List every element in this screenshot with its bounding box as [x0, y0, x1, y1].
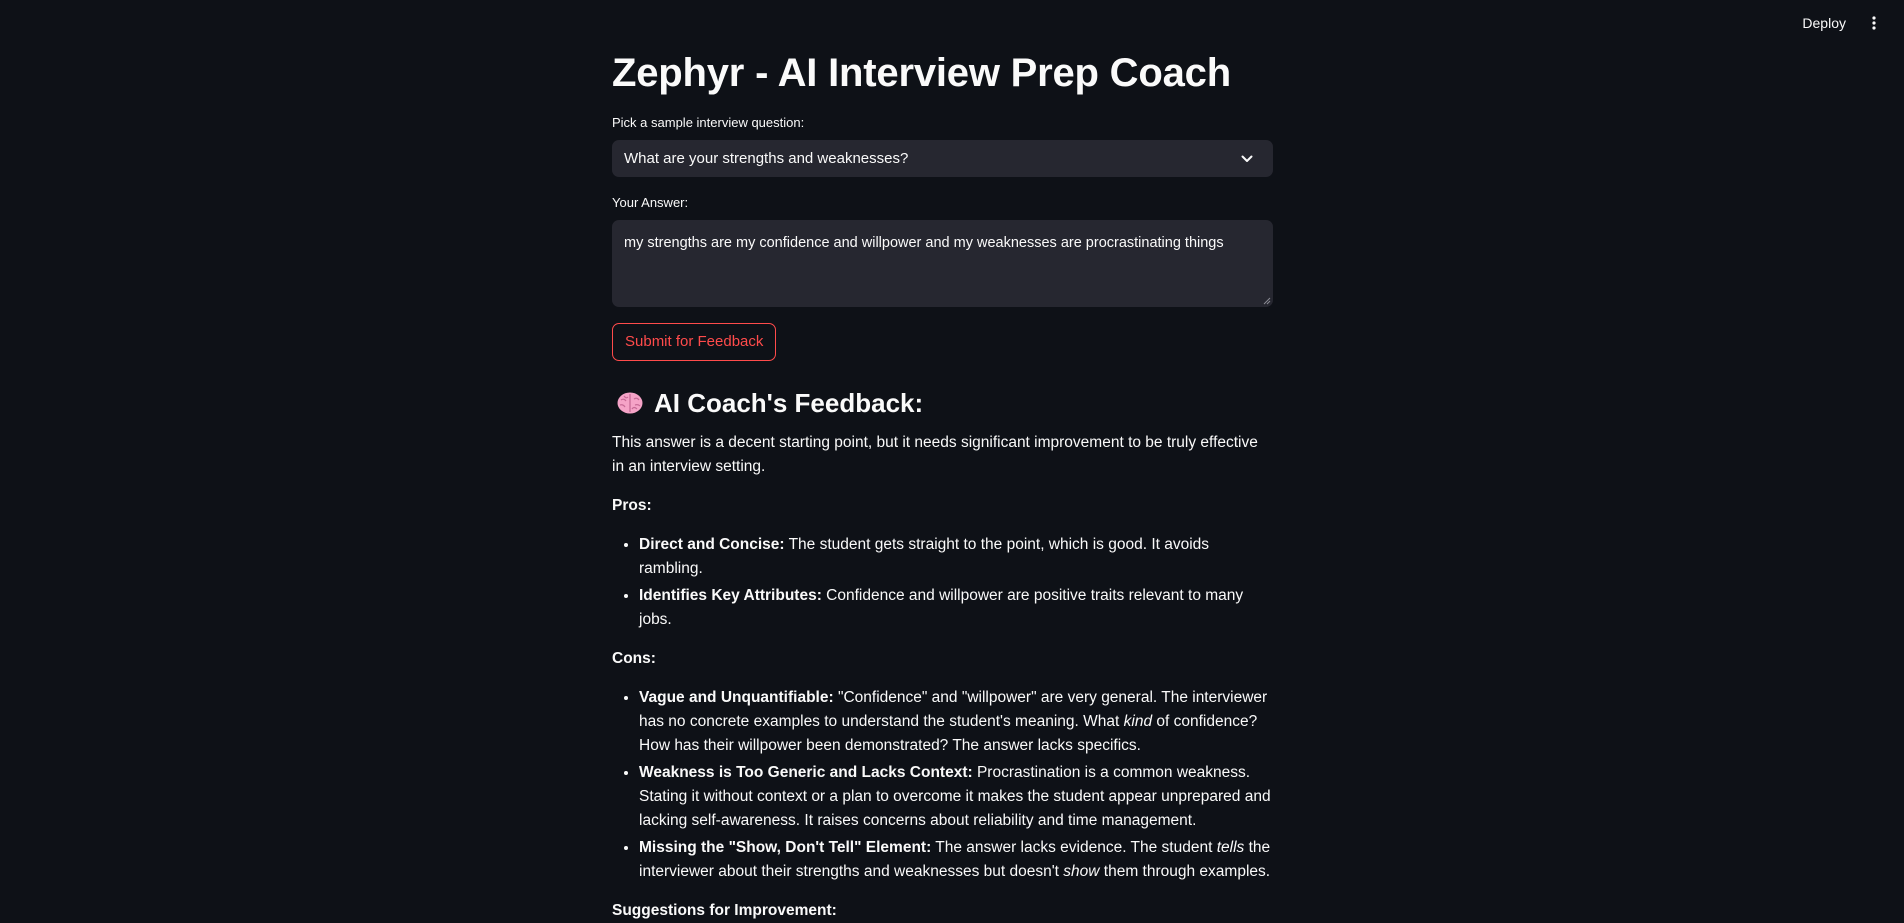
page-title: Zephyr - AI Interview Prep Coach — [612, 51, 1231, 95]
feedback-heading-text: AI Coach's Feedback: — [654, 388, 924, 418]
question-select-label: Pick a sample interview question: — [612, 115, 805, 130]
list-item: Vague and Unquantifiable: "Confidence" a… — [639, 686, 1273, 758]
list-item: Identifies Key Attributes: Confidence an… — [639, 584, 1273, 632]
resize-handle-icon[interactable] — [1263, 297, 1271, 305]
answer-label: Your Answer: — [612, 195, 689, 210]
emphasis-text: show — [1063, 863, 1100, 880]
cons-heading: Cons: — [612, 650, 656, 667]
vertical-ellipsis-icon — [1872, 16, 1876, 30]
chevron-down-icon — [1241, 155, 1253, 162]
deploy-button[interactable]: Deploy — [1792, 9, 1856, 37]
list-item-title: Identifies Key Attributes: — [639, 587, 822, 604]
feedback-intro: This answer is a decent starting point, … — [612, 434, 1258, 475]
pros-heading: Pros: — [612, 497, 652, 514]
list-item-title: Vague and Unquantifiable: — [639, 689, 834, 706]
list-item-title: Direct and Concise: — [639, 536, 785, 553]
list-item: Weakness is Too Generic and Lacks Contex… — [639, 761, 1273, 833]
suggestions-heading: Suggestions for Improvement: — [612, 902, 837, 919]
emphasis-text: tells — [1216, 839, 1245, 856]
answer-textarea[interactable]: my strengths are my confidence and willp… — [612, 220, 1273, 307]
list-item-text: them through examples. — [1099, 863, 1271, 880]
feedback-heading: AI Coach's Feedback: — [612, 387, 1273, 419]
answer-text: my strengths are my confidence and willp… — [624, 235, 1224, 251]
submit-feedback-button[interactable]: Submit for Feedback — [612, 323, 777, 361]
list-item: Missing the "Show, Don't Tell" Element: … — [639, 836, 1273, 884]
question-select-value: What are your strengths and weaknesses? — [624, 150, 909, 167]
question-select[interactable]: What are your strengths and weaknesses? — [612, 140, 1273, 177]
list-item-title: Missing the "Show, Don't Tell" Element: — [639, 839, 932, 856]
brain-icon — [617, 392, 643, 414]
main-menu-button[interactable] — [1862, 11, 1886, 35]
emphasis-text: kind — [1123, 713, 1153, 730]
cons-list: Vague and Unquantifiable: "Confidence" a… — [612, 686, 1273, 884]
main-content: Zephyr - AI Interview Prep Coach Pick a … — [612, 0, 1273, 923]
pros-list: Direct and Concise: The student gets str… — [612, 533, 1273, 632]
list-item-text: The answer lacks evidence. The student — [931, 839, 1217, 856]
list-item: Direct and Concise: The student gets str… — [639, 533, 1273, 581]
list-item-title: Weakness is Too Generic and Lacks Contex… — [639, 764, 973, 781]
